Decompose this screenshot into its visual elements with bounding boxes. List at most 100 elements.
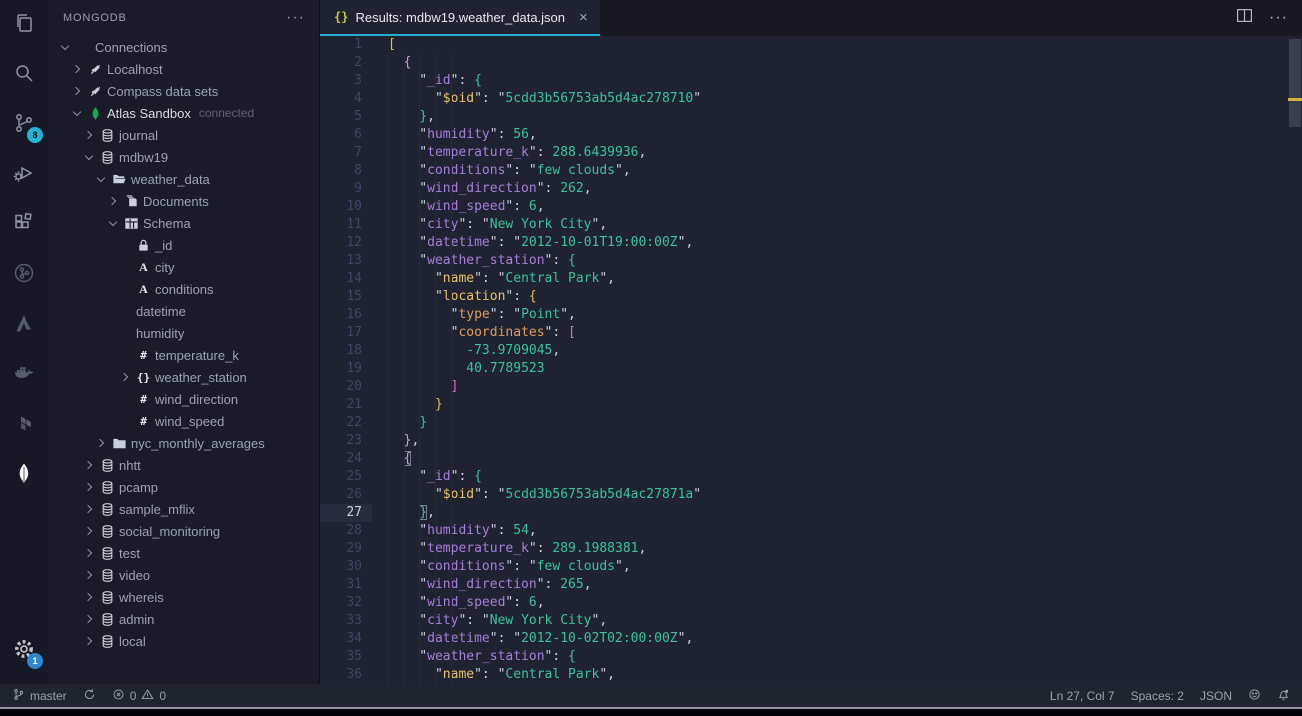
more-actions-icon[interactable]: ··· [286,9,305,27]
tree-item-connections[interactable]: Connections [48,36,319,58]
tree-item-weather-data[interactable]: weather_data [48,168,319,190]
chevron-right-icon[interactable] [82,457,98,473]
chevron-right-icon[interactable] [94,435,110,451]
code-text: "wind_speed": 6, [372,594,545,612]
chevron-down-icon[interactable] [58,39,74,55]
line-number: 35 [320,648,372,666]
chevron-right-icon[interactable] [82,127,98,143]
chevron-right-icon[interactable] [70,61,86,77]
chevron-right-icon[interactable] [106,193,122,209]
activity-item-settings-gear[interactable]: 1 [0,626,48,676]
status-problems[interactable]: 00 [112,688,166,704]
chevron-right-icon[interactable] [82,633,98,649]
activity-item-search[interactable] [0,50,48,100]
editor-scrollbar[interactable] [1288,36,1302,684]
line-number: 20 [320,378,372,396]
tree-item-temperature-k[interactable]: #temperature_k [48,344,319,366]
code-line: 22 } [320,414,1302,432]
tree-item-video[interactable]: video [48,564,319,586]
split-editor-icon[interactable] [1236,7,1253,29]
tree-item-city[interactable]: Acity [48,256,319,278]
code-text: }, [372,504,435,522]
folder-icon [110,436,129,451]
tree-item-conditions[interactable]: Aconditions [48,278,319,300]
scrollbar-thumb[interactable] [1289,39,1301,127]
database-icon [98,150,117,165]
tree-item--id[interactable]: _id [48,234,319,256]
more-editor-actions-icon[interactable]: ··· [1269,9,1288,27]
line-number: 31 [320,576,372,594]
tree-item-nhtt[interactable]: nhtt [48,454,319,476]
editor-group: {} Results: mdbw19.weather_data.json × ·… [319,0,1302,684]
chevron-right-icon[interactable] [82,501,98,517]
chevron-right-icon[interactable] [82,479,98,495]
chevron-right-icon[interactable] [82,611,98,627]
chevron-down-icon[interactable] [70,105,86,121]
activity-item-run-debug[interactable] [0,150,48,200]
json-editor[interactable]: 1[2 {3 "_id": {4 "$oid": "5cdd3b56753ab5… [320,36,1302,684]
chevron-right-icon[interactable] [82,545,98,561]
tree-item-admin[interactable]: admin [48,608,319,630]
chevron-spacer [118,237,134,253]
tree-item-atlas-sandbox[interactable]: Atlas Sandboxconnected [48,102,319,124]
tree-item-humidity[interactable]: humidity [48,322,319,344]
bell-icon[interactable] [1277,688,1290,704]
line-number: 5 [320,108,372,126]
tree-item-compass-data-sets[interactable]: Compass data sets [48,80,319,102]
activity-item-mongodb-leaf[interactable] [0,450,48,500]
chevron-right-icon[interactable] [82,523,98,539]
tree-item-datetime[interactable]: datetime [48,300,319,322]
branch-icon [12,688,25,704]
tree-item-sample-mflix[interactable]: sample_mflix [48,498,319,520]
tab-bar: {} Results: mdbw19.weather_data.json × ·… [320,0,1302,36]
mongodb-sidebar: MONGODB ··· ConnectionsLocalhostCompass … [48,0,319,684]
code-text: "conditions": "few clouds", [372,162,631,180]
chevron-down-icon[interactable] [94,171,110,187]
activity-item-source-control[interactable]: 8 [0,100,48,150]
chevron-right-icon[interactable] [70,83,86,99]
activity-item-scm-graph[interactable] [0,250,48,300]
disconnected-icon [86,84,105,99]
activity-item-docker[interactable] [0,350,48,400]
tree-item-localhost[interactable]: Localhost [48,58,319,80]
tree-item-mdbw19[interactable]: mdbw19 [48,146,319,168]
tree-item-local[interactable]: local [48,630,319,652]
status-master[interactable]: master [12,688,67,704]
line-number: 8 [320,162,372,180]
cursor-position-marker [1288,98,1302,101]
feedback-icon[interactable] [1248,688,1261,704]
activity-item-extensions[interactable] [0,200,48,250]
tree-item-social-monitoring[interactable]: social_monitoring [48,520,319,542]
status-spaces-2[interactable]: Spaces: 2 [1131,689,1184,703]
status-ln-27-col-7[interactable]: Ln 27, Col 7 [1050,689,1115,703]
chevron-right-icon[interactable] [118,369,134,385]
tree-item-documents[interactable]: Documents [48,190,319,212]
tree-item-pcamp[interactable]: pcamp [48,476,319,498]
lock-icon [134,238,153,253]
status-json[interactable]: JSON [1200,689,1232,703]
close-tab-icon[interactable]: × [579,9,588,26]
tree-item-wind-speed[interactable]: #wind_speed [48,410,319,432]
tab-results-json[interactable]: {} Results: mdbw19.weather_data.json × [320,0,600,36]
string-field-icon: A [134,260,153,275]
editor-actions: ··· [1236,0,1288,36]
code-line: 2 { [320,54,1302,72]
code-text: } [372,414,427,432]
chevron-right-icon[interactable] [82,589,98,605]
tree-item-weather-station[interactable]: {}weather_station [48,366,319,388]
tree-item-schema[interactable]: Schema [48,212,319,234]
tree-item-whereis[interactable]: whereis [48,586,319,608]
sync-icon[interactable] [83,688,96,704]
line-number: 16 [320,306,372,324]
activity-item-azure[interactable] [0,300,48,350]
tree-item-test[interactable]: test [48,542,319,564]
chevron-down-icon[interactable] [82,149,98,165]
tree-item-wind-direction[interactable]: #wind_direction [48,388,319,410]
chevron-right-icon[interactable] [82,567,98,583]
search-icon [12,61,36,90]
activity-item-files[interactable] [0,0,48,50]
chevron-down-icon[interactable] [106,215,122,231]
activity-item-terraform[interactable] [0,400,48,450]
tree-item-journal[interactable]: journal [48,124,319,146]
tree-item-nyc-monthly-averages[interactable]: nyc_monthly_averages [48,432,319,454]
